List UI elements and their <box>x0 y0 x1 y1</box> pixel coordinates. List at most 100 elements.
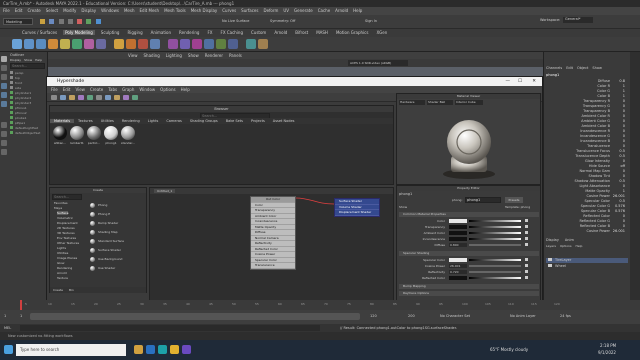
menu-edit[interactable]: Edit <box>15 8 23 13</box>
shelf-tab-animation[interactable]: Animation <box>149 30 173 35</box>
create-node-item[interactable]: Shading Map <box>90 228 144 236</box>
browser-tab-cameras[interactable]: Cameras <box>162 119 186 123</box>
create-category-item[interactable]: Volumetric <box>57 216 73 220</box>
range-min-value[interactable]: 1 <box>20 314 22 318</box>
menu-create[interactable]: Create <box>27 8 40 13</box>
plane-icon[interactable] <box>72 39 82 49</box>
undo-icon[interactable] <box>58 19 64 24</box>
shelf-tab-fx[interactable]: FX <box>205 30 214 35</box>
menu-mesh-display[interactable]: Mesh Display <box>191 8 218 13</box>
outliner-item[interactable]: defaultObjectSet <box>10 131 44 135</box>
shelf-tab-fx-caching[interactable]: FX Caching <box>219 30 245 35</box>
property-value-field[interactable]: 0.800 <box>449 242 467 247</box>
chrome-icon[interactable] <box>170 345 179 354</box>
create-node-item[interactable]: Phong E <box>90 210 144 218</box>
move-tool-icon[interactable] <box>1 83 7 89</box>
menu-surfaces[interactable]: Surfaces <box>241 8 258 13</box>
graph-layout-icon[interactable] <box>1 149 7 155</box>
map-button-icon[interactable] <box>525 243 528 246</box>
anim-layer-dropdown[interactable]: No Anim Layer <box>510 314 536 318</box>
shelf-tab-xgen[interactable]: XGen <box>374 30 389 35</box>
browser-tab-utilities[interactable]: Utilities <box>97 119 118 123</box>
browser-tab-projects[interactable]: Projects <box>247 119 269 123</box>
smooth-icon[interactable] <box>138 39 148 49</box>
outliner-menu-help[interactable]: Help <box>35 58 42 62</box>
menu-deform[interactable]: Deform <box>263 8 278 13</box>
hypershade-menu-graph[interactable]: Graph <box>122 87 134 92</box>
hypershade-menu-tabs[interactable]: Tabs <box>108 87 117 92</box>
viewport-menu-shading[interactable]: Shading <box>144 53 160 58</box>
map-button-icon[interactable] <box>525 258 528 261</box>
create-category-item[interactable]: Lights <box>57 246 66 250</box>
menu-windows[interactable]: Windows <box>101 8 119 13</box>
toggle-swatches-icon[interactable] <box>132 95 138 100</box>
graph-materials-icon[interactable] <box>51 95 57 100</box>
color-swatch-field[interactable] <box>449 275 467 280</box>
symmetry-label[interactable]: Symmetry: Off <box>270 19 295 23</box>
range-start-value[interactable]: 1 <box>4 314 6 318</box>
create-category-item[interactable]: Glow <box>57 261 64 265</box>
outliner-item[interactable]: pPipe1 <box>10 121 44 125</box>
four-view-icon[interactable] <box>1 131 7 137</box>
presets-button[interactable]: Presets <box>505 197 523 203</box>
outliner-search-input[interactable] <box>10 63 45 69</box>
create-category-item[interactable]: Other Textures <box>57 241 79 245</box>
menu-curves[interactable]: Curves <box>222 8 236 13</box>
mode-selector[interactable]: Modeling <box>3 18 33 25</box>
property-section-header[interactable]: Raytrace Options <box>399 291 539 296</box>
visibility-icon[interactable] <box>548 258 552 261</box>
shelf-tab-rendering[interactable]: Rendering <box>177 30 201 35</box>
map-button-icon[interactable] <box>525 270 528 273</box>
visibility-icon[interactable] <box>548 264 552 267</box>
material-swatch[interactable] <box>70 126 84 140</box>
shelf-tab-sculpting[interactable]: Sculpting <box>99 30 122 35</box>
browser-tab-bake-sets[interactable]: Bake Sets <box>222 119 247 123</box>
create-category-item[interactable]: Surface <box>57 211 69 215</box>
shader-name-input[interactable] <box>465 197 501 203</box>
maximize-icon[interactable]: ☐ <box>518 77 522 86</box>
property-section-header[interactable]: Common Material Properties <box>399 212 539 217</box>
map-button-icon[interactable] <box>525 231 528 234</box>
create-node-item[interactable]: Phong <box>90 201 144 209</box>
disc-icon[interactable] <box>84 39 94 49</box>
weather-text[interactable]: 65°F Mostly cloudy <box>490 347 528 352</box>
browser-tab-materials[interactable]: Materials <box>50 119 75 123</box>
outliner-item[interactable]: defaultLightSet <box>10 126 44 130</box>
layer-tab-anim[interactable]: Anim <box>565 238 574 242</box>
outliner-item[interactable]: pTorus1 <box>10 106 44 110</box>
color-slider[interactable] <box>469 232 521 234</box>
cone-icon[interactable] <box>48 39 58 49</box>
viewport-menu-panels[interactable]: Panels <box>229 53 242 58</box>
create-category-item[interactable]: Env Textures <box>57 236 76 240</box>
minimize-icon[interactable]: — <box>506 77 511 86</box>
shader-ball-dropdown[interactable]: Shader Ball <box>427 100 453 105</box>
output-connections-icon[interactable] <box>78 95 84 100</box>
color-swatch-field[interactable] <box>449 218 467 223</box>
map-button-icon[interactable] <box>525 264 528 267</box>
frame-selected-icon[interactable] <box>123 95 129 100</box>
maya-icon[interactable] <box>158 345 167 354</box>
input-connections-icon[interactable] <box>69 95 75 100</box>
menu-cache[interactable]: Cache <box>318 8 330 13</box>
scale-tool-icon[interactable] <box>1 101 7 107</box>
create-category-item[interactable]: Displacement <box>57 221 78 225</box>
cylinder-icon[interactable] <box>36 39 46 49</box>
shelf-tab-mash[interactable]: MASH <box>314 30 330 35</box>
outliner-item[interactable]: pCube1 <box>10 116 44 120</box>
channel-box-tab-edit[interactable]: Edit <box>566 66 573 70</box>
color-slider[interactable] <box>469 220 521 222</box>
fps-dropdown[interactable]: 24 fps <box>560 314 571 318</box>
close-icon[interactable]: ✕ <box>532 77 536 86</box>
clock-date[interactable]: 9/1/2022 <box>598 350 616 355</box>
character-set-dropdown[interactable]: No Character Set <box>440 314 470 318</box>
display-layer-row[interactable]: TireLayer <box>546 258 628 263</box>
hypershade-menu-edit[interactable]: Edit <box>63 87 71 92</box>
color-swatch-field[interactable] <box>449 257 467 262</box>
shelf-tab-custom[interactable]: Custom <box>249 30 268 35</box>
create-category-item[interactable]: Maya <box>54 206 62 210</box>
create-tab-create[interactable]: Create <box>53 288 63 292</box>
target-weld-icon[interactable] <box>228 39 238 49</box>
menu-generate[interactable]: Generate <box>294 8 313 13</box>
property-section-header[interactable]: Specular Shading <box>399 251 539 256</box>
teams-icon[interactable] <box>182 345 191 354</box>
